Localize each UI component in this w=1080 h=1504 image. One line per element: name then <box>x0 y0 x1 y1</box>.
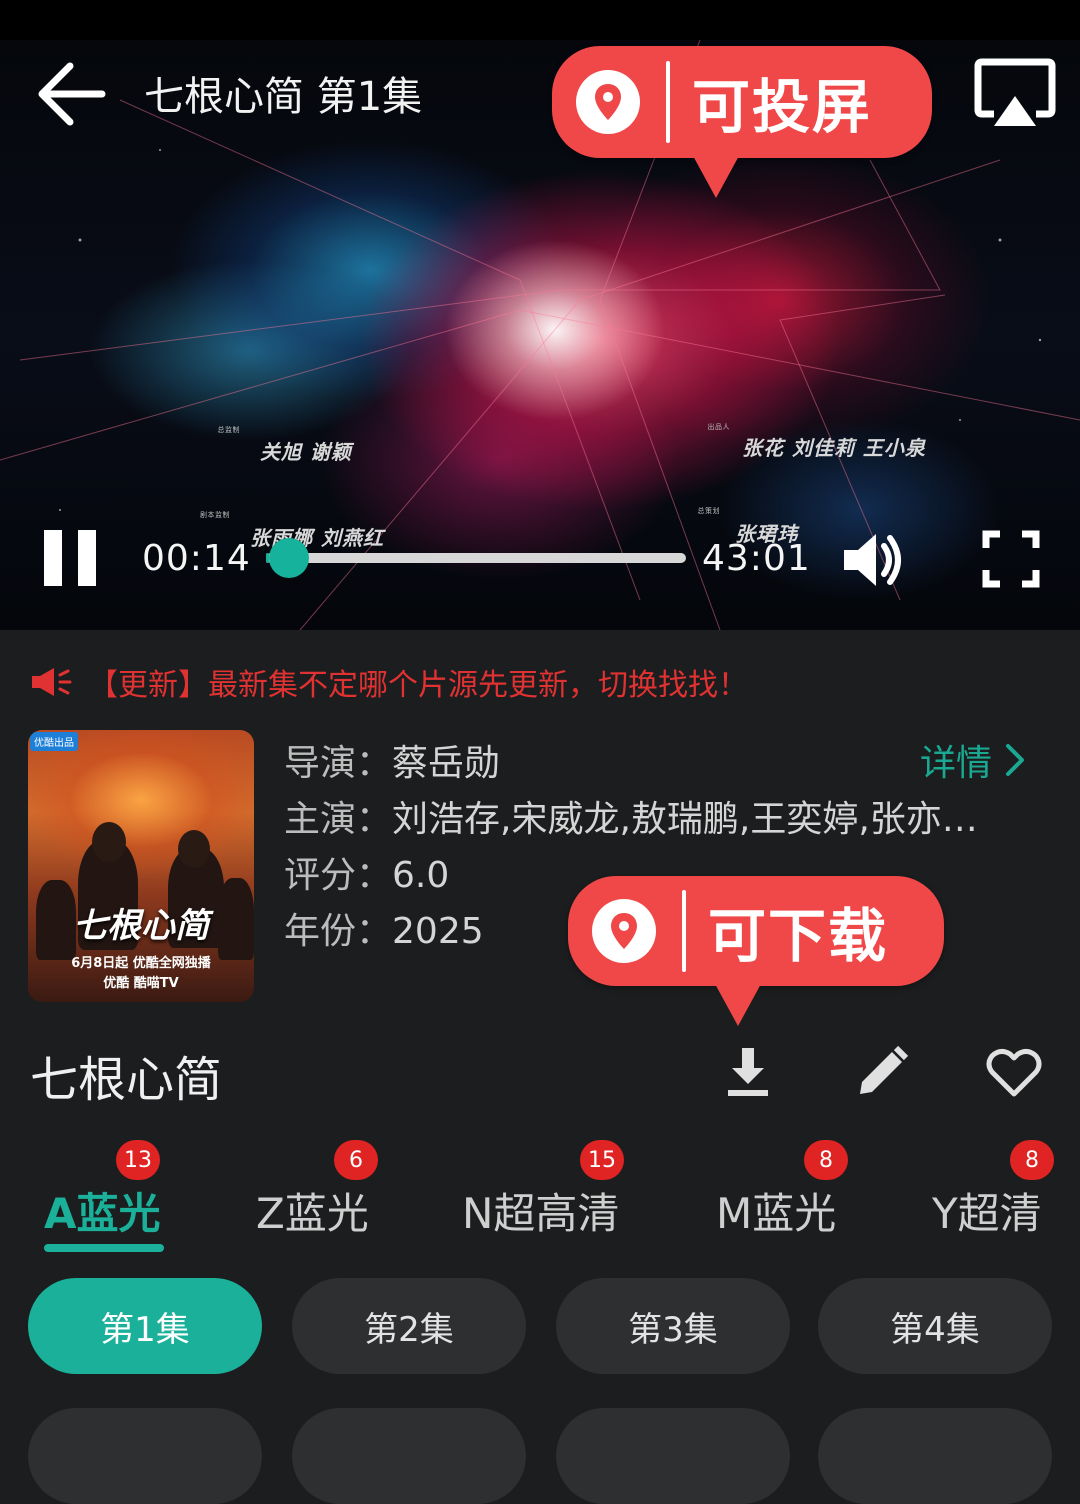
volume-icon[interactable] <box>840 530 906 590</box>
credit-role-left-bottom: 剧本监制 <box>200 511 230 519</box>
credit-role-right-bottom: 总策划 <box>697 507 720 515</box>
poster-figure-head <box>178 830 210 868</box>
episode-button[interactable] <box>556 1408 790 1504</box>
cast-value: 刘浩存,宋威龙,敖瑞鹏,王奕婷,张亦… <box>392 799 978 840</box>
poster-release-line: 6月8日起 优酷全网独播 <box>71 956 211 971</box>
cast-callout: 可投屏 <box>552 46 932 198</box>
video-title: 七根心简 第1集 <box>144 74 423 120</box>
poster-figure-head <box>92 822 126 862</box>
poster-title: 七根心简 <box>73 906 209 946</box>
active-tab-indicator <box>44 1244 164 1252</box>
cast-callout-text: 可投屏 <box>692 73 873 141</box>
download-callout-text: 可下载 <box>708 902 889 970</box>
megaphone-icon <box>32 668 72 696</box>
source-tab[interactable]: N超高清 15 <box>462 1140 624 1241</box>
callout-divider <box>682 890 686 972</box>
episode-button[interactable] <box>818 1408 1052 1504</box>
download-icon[interactable] <box>718 1042 778 1102</box>
poster-platform-line: 优酷 酷喵TV <box>103 976 179 991</box>
callout-pointer <box>714 982 762 1026</box>
director-row: 导演：蔡岳勋 <box>284 734 500 786</box>
rating-row: 评分：6.0 <box>284 846 449 898</box>
director-value: 蔡岳勋 <box>392 743 501 784</box>
director-label: 导演： <box>284 743 393 784</box>
pause-icon[interactable] <box>44 530 96 586</box>
screen-cast-icon[interactable] <box>972 56 1058 132</box>
progress-knob[interactable] <box>268 538 309 578</box>
episode-button[interactable]: 第4集 <box>818 1278 1052 1374</box>
episode-button[interactable] <box>292 1408 526 1504</box>
update-notice-text: 【更新】最新集不定哪个片源先更新，切换找找！ <box>88 668 748 703</box>
credit-names-left-bottom: 张雨娜 刘燕红 <box>250 526 384 550</box>
detail-link[interactable]: 详情 <box>920 734 1026 786</box>
update-notice: 【更新】最新集不定哪个片源先更新，切换找找！ <box>30 660 1060 704</box>
credit-role-right-top: 出品人 <box>707 423 730 431</box>
episode-button[interactable]: 第3集 <box>556 1278 790 1374</box>
chevron-right-icon <box>1006 744 1025 776</box>
source-tab-label: Y超清 <box>932 1189 1042 1238</box>
back-arrow-icon[interactable] <box>34 58 106 130</box>
credit-names-left-top: 关旭 谢颖 <box>260 440 352 464</box>
episode-button[interactable] <box>28 1408 262 1504</box>
show-title: 七根心简 <box>30 1052 223 1108</box>
callout-pointer <box>692 154 740 198</box>
credit-role-left-top: 总监制 <box>217 426 240 434</box>
source-count-badge: 8 <box>1010 1140 1054 1180</box>
fullscreen-icon[interactable] <box>982 530 1040 588</box>
source-count-badge: 13 <box>116 1140 160 1180</box>
year-value: 2025 <box>392 911 484 952</box>
status-bar <box>0 0 1080 40</box>
poster-badge: 优酷出品 <box>30 732 78 751</box>
rating-label: 评分： <box>284 855 393 896</box>
year-label: 年份： <box>284 911 393 952</box>
source-tab[interactable]: Y超清 8 <box>932 1140 1054 1241</box>
location-pin-icon <box>592 899 656 963</box>
download-callout: 可下载 <box>568 876 944 1026</box>
source-tab-label: M蓝光 <box>716 1189 837 1238</box>
source-tab-label: Z蓝光 <box>256 1189 369 1238</box>
source-tab[interactable]: A蓝光 13 <box>44 1140 161 1241</box>
edit-pencil-icon[interactable] <box>852 1042 912 1102</box>
current-time: 00:14 <box>142 538 251 579</box>
poster-image[interactable]: 优酷出品 七根心简 6月8日起 优酷全网独播 优酷 酷喵TV <box>28 730 254 1002</box>
credit-names-right-top: 张花 刘佳莉 王小泉 <box>742 436 926 460</box>
year-row: 年份：2025 <box>284 902 484 954</box>
source-count-badge: 6 <box>334 1140 378 1180</box>
source-tab[interactable]: M蓝光 8 <box>716 1140 848 1241</box>
source-tab-label: A蓝光 <box>44 1189 161 1238</box>
cast-label: 主演： <box>284 799 393 840</box>
duration-time: 43:01 <box>702 538 811 579</box>
rating-value: 6.0 <box>392 855 450 896</box>
progress-track[interactable] <box>266 553 686 563</box>
location-pin-icon <box>576 70 640 134</box>
cast-row: 主演：刘浩存,宋威龙,敖瑞鹏,王奕婷,张亦… <box>284 790 978 842</box>
favorite-heart-icon[interactable] <box>984 1042 1044 1102</box>
source-count-badge: 8 <box>804 1140 848 1180</box>
source-tab-label: N超高清 <box>462 1189 620 1238</box>
source-count-badge: 15 <box>580 1140 624 1180</box>
source-tab[interactable]: Z蓝光 6 <box>256 1140 378 1241</box>
episode-button[interactable]: 第1集 <box>28 1278 262 1374</box>
detail-link-label: 详情 <box>920 743 993 784</box>
callout-divider <box>666 61 670 143</box>
episode-button[interactable]: 第2集 <box>292 1278 526 1374</box>
